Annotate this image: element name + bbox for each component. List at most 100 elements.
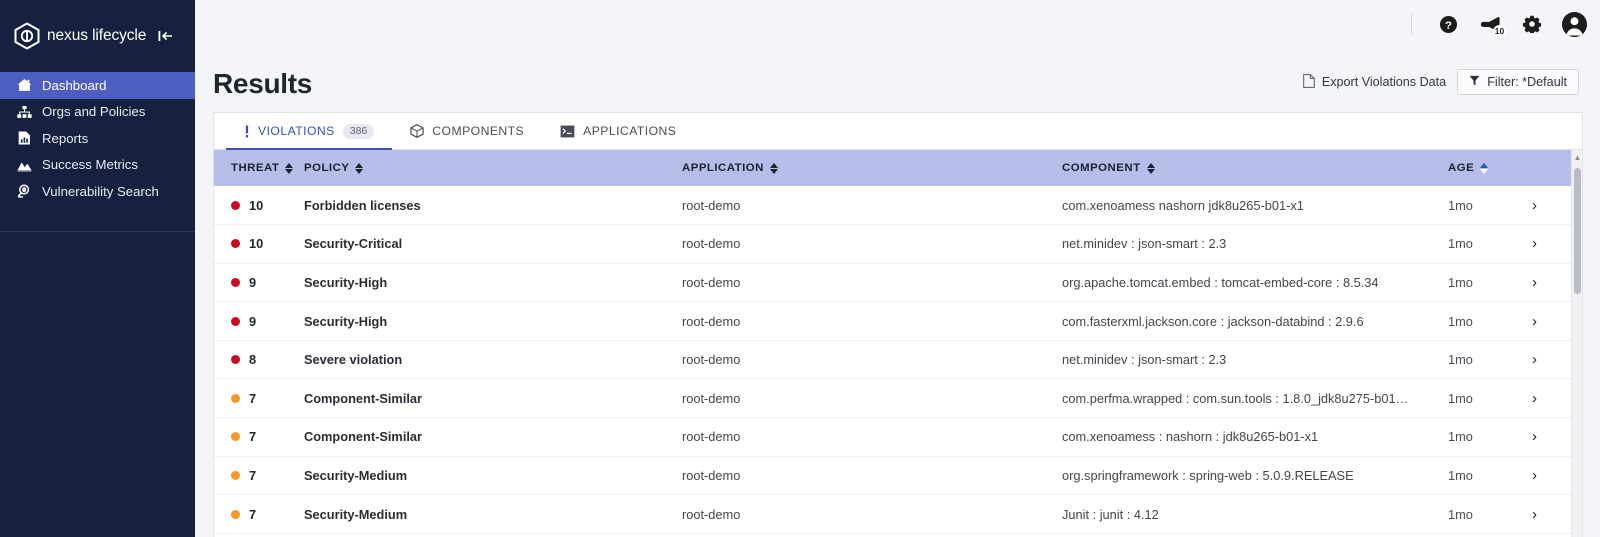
- threat-severity-dot-icon: [231, 509, 240, 519]
- sort-icon-active[interactable]: [1480, 162, 1489, 174]
- table-row[interactable]: 8 Severe violation root-demo net.minidev : …: [214, 340, 1582, 380]
- sidebar-item-vulnerability-search[interactable]: Vulnerability Search: [0, 178, 195, 205]
- column-label: COMPONENT: [1062, 162, 1141, 174]
- row-expand-chevron-icon[interactable]: ›: [1532, 313, 1537, 330]
- tab-components[interactable]: COMPONENTS: [392, 113, 542, 149]
- page-title: Results: [213, 68, 313, 99]
- cell-application: root-demo: [682, 301, 1062, 341]
- cell-threat: 7: [214, 494, 304, 534]
- cell-threat: 7: [214, 378, 304, 419]
- cell-application: root-demo: [682, 224, 1062, 264]
- table-row[interactable]: 7 Component-Similar root-demo com.xenoamess…: [214, 417, 1582, 457]
- row-expand-chevron-icon[interactable]: ›: [1532, 351, 1537, 368]
- gear-icon[interactable]: [1520, 12, 1544, 36]
- cell-application: root-demo: [682, 417, 1062, 457]
- threat-severity-dot-icon: [231, 470, 240, 480]
- cell-age: 1mo: [1448, 378, 1532, 419]
- threat-severity-dot-icon: [231, 316, 240, 326]
- row-expand-chevron-icon[interactable]: ›: [1532, 506, 1537, 523]
- table-row[interactable]: 9 Security-High root-demo com.fasterxml.jac…: [214, 301, 1582, 341]
- table-row[interactable]: 7 Security-Medium root-demo org.springframe…: [214, 456, 1582, 496]
- sidebar-item-label: Vulnerability Search: [42, 183, 159, 199]
- row-expand-chevron-icon[interactable]: ›: [1532, 390, 1537, 407]
- org-tree-icon: [17, 104, 32, 119]
- table-scrollbar[interactable]: ▲: [1571, 150, 1582, 537]
- cell-component: com.xenoamess nashorn jdk8u265-b01-x1: [1062, 186, 1448, 226]
- cell-application: root-demo: [682, 378, 1062, 419]
- sort-icon[interactable]: [1146, 162, 1155, 174]
- sidebar-item-reports[interactable]: Reports: [0, 125, 195, 152]
- tab-applications[interactable]: APPLICATIONS: [542, 113, 694, 149]
- scroll-up-arrow-icon[interactable]: ▲: [1573, 153, 1582, 162]
- cell-policy: Severe violation: [304, 340, 682, 380]
- svg-text:?: ?: [1445, 19, 1452, 31]
- terminal-icon: [560, 125, 575, 138]
- row-expand-chevron-icon[interactable]: ›: [1532, 274, 1537, 291]
- sidebar-collapse-button[interactable]: [158, 29, 173, 43]
- table-row[interactable]: 7 Security-Medium root-demo Junit : junit :…: [214, 494, 1582, 534]
- cell-application: root-demo: [682, 456, 1062, 496]
- row-expand-chevron-icon[interactable]: ›: [1532, 197, 1537, 214]
- threat-score: 7: [249, 467, 257, 483]
- violations-table: THREAT POLICY APPLICATION COMPONENT AGE …: [214, 150, 1582, 534]
- cell-policy: Security-Medium: [304, 456, 682, 496]
- cell-component: com.xenoamess : nashorn : jdk8u265-b01-x…: [1062, 417, 1448, 457]
- filter-label: Filter: *Default: [1487, 75, 1567, 89]
- column-header-age[interactable]: AGE: [1448, 150, 1532, 186]
- table-row[interactable]: 9 Security-High root-demo org.apache.tomcat…: [214, 263, 1582, 303]
- cell-threat: 8: [214, 340, 304, 380]
- report-document-icon: [17, 131, 32, 146]
- brand-logo-row[interactable]: nexus lifecycle: [0, 0, 195, 72]
- page-header: Results Export Violations Data Filter: *…: [195, 48, 1600, 98]
- cell-component: com.perfma.wrapped : com.sun.tools : 1.8…: [1062, 378, 1448, 419]
- tab-violations[interactable]: VIOLATIONS 386: [226, 113, 393, 150]
- row-expand-chevron-icon[interactable]: ›: [1532, 467, 1537, 484]
- sidebar-item-dashboard[interactable]: Dashboard: [0, 72, 195, 99]
- violations-table-container: THREAT POLICY APPLICATION COMPONENT AGE …: [214, 150, 1582, 537]
- table-row[interactable]: 10 Security-Critical root-demo net.minidev …: [214, 224, 1582, 264]
- cell-age: 1mo: [1448, 456, 1532, 496]
- sort-icon[interactable]: [285, 162, 294, 174]
- cell-age: 1mo: [1448, 340, 1532, 380]
- cube-icon: [410, 124, 424, 138]
- filter-button[interactable]: Filter: *Default: [1457, 69, 1579, 95]
- funnel-icon: [1469, 75, 1480, 89]
- column-header-policy[interactable]: POLICY: [304, 150, 682, 186]
- announcement-icon[interactable]: 10: [1478, 12, 1506, 38]
- table-row[interactable]: 7 Component-Similar root-demo com.perfma.wr…: [214, 378, 1582, 419]
- table-row[interactable]: 10 Forbidden licenses root-demo com.xenoame…: [214, 186, 1582, 226]
- cell-policy: Security-High: [304, 301, 682, 341]
- brand-name: nexus lifecycle: [47, 27, 147, 44]
- column-header-component[interactable]: COMPONENT: [1062, 150, 1448, 186]
- cell-component: org.apache.tomcat.embed : tomcat-embed-c…: [1062, 263, 1448, 303]
- cell-policy: Security-High: [304, 263, 682, 303]
- main-content: ? 10 Results Export Violations Data Filt…: [195, 0, 1600, 537]
- exclamation-icon: [244, 125, 250, 138]
- user-avatar-icon[interactable]: [1562, 11, 1587, 37]
- magnifier-bug-icon: [17, 184, 32, 199]
- cell-threat: 9: [214, 263, 304, 303]
- threat-score: 7: [249, 429, 257, 445]
- sidebar-item-label: Dashboard: [42, 77, 107, 93]
- violations-count-badge: 386: [342, 123, 375, 139]
- column-header-application[interactable]: APPLICATION: [682, 150, 1062, 186]
- row-expand-chevron-icon[interactable]: ›: [1532, 235, 1537, 252]
- cell-threat: 10: [214, 224, 304, 264]
- results-tabs: VIOLATIONS 386 COMPONENTS APPLICATIONS: [214, 113, 1582, 150]
- sidebar-item-success-metrics[interactable]: Success Metrics: [0, 152, 195, 179]
- home-icon: [17, 78, 32, 93]
- cell-threat: 9: [214, 301, 304, 341]
- cell-application: root-demo: [682, 340, 1062, 380]
- cell-component: Junit : junit : 4.12: [1062, 494, 1448, 534]
- export-violations-data-button[interactable]: Export Violations Data: [1303, 73, 1447, 91]
- sidebar-item-orgs-and-policies[interactable]: Orgs and Policies: [0, 99, 195, 126]
- threat-severity-dot-icon: [231, 355, 240, 365]
- row-expand-chevron-icon[interactable]: ›: [1532, 428, 1537, 445]
- threat-severity-dot-icon: [231, 432, 240, 442]
- help-circle-icon[interactable]: ?: [1436, 12, 1460, 36]
- sort-icon[interactable]: [769, 162, 778, 174]
- sort-icon[interactable]: [355, 162, 364, 174]
- scrollbar-thumb[interactable]: [1574, 168, 1581, 294]
- column-header-threat[interactable]: THREAT: [214, 150, 304, 186]
- export-label: Export Violations Data: [1321, 75, 1447, 89]
